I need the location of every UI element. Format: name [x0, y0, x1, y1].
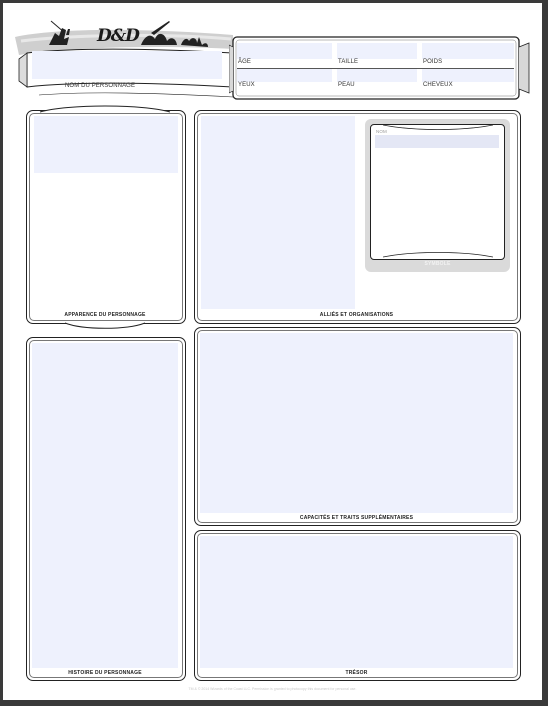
symbol-name-field[interactable]: [375, 135, 499, 148]
age-label: ÂGE: [238, 59, 251, 65]
allies-caption: ALLIÉS ET ORGANISATIONS: [319, 312, 394, 318]
age-field[interactable]: [237, 43, 332, 59]
backstory-caption: HISTOIRE DU PERSONNAGE: [68, 670, 142, 676]
hair-field[interactable]: [422, 69, 514, 82]
appearance-portrait-field[interactable]: [34, 116, 178, 173]
character-name-field[interactable]: [32, 51, 222, 79]
symbol-bottom-ornament: [383, 252, 493, 258]
weight-label: POIDS: [423, 59, 443, 65]
features-field[interactable]: [200, 333, 513, 513]
backstory-field[interactable]: [32, 343, 178, 668]
eyes-label: YEUX: [238, 82, 255, 88]
allies-field[interactable]: [201, 116, 355, 309]
height-field[interactable]: [337, 43, 417, 59]
weight-field[interactable]: [422, 43, 514, 59]
symbol-top-ornament: [383, 124, 493, 130]
character-sheet-page: D&D NOM DU PERSONNAGE ÂGE TAILLE POIDS Y…: [3, 3, 542, 700]
features-caption: CAPACITÉS ET TRAITS SUPPLÉMENTAIRES: [299, 515, 414, 521]
eyes-field[interactable]: [237, 69, 332, 82]
skin-label: PEAU: [338, 82, 355, 88]
legal-footer: TM & © 2014 Wizards of the Coast LLC. Pe…: [188, 687, 357, 691]
treasure-caption: TRÉSOR: [345, 670, 368, 676]
treasure-field[interactable]: [200, 536, 513, 668]
appearance-top-ornament: [39, 105, 171, 113]
symbol-image-field[interactable]: [375, 149, 499, 252]
appearance-caption: APPARENCE DU PERSONNAGE: [64, 312, 146, 318]
symbol-name-label: NOM: [376, 129, 387, 134]
symbol-caption: SYMBOLE: [424, 261, 451, 267]
dnd-logo: D&D: [97, 26, 140, 46]
character-name-label: NOM DU PERSONNAGE: [65, 83, 136, 89]
hair-label: CHEVEUX: [423, 82, 453, 88]
skin-field[interactable]: [337, 69, 417, 82]
appearance-bottom-ornament: [64, 322, 146, 329]
height-label: TAILLE: [338, 59, 359, 65]
